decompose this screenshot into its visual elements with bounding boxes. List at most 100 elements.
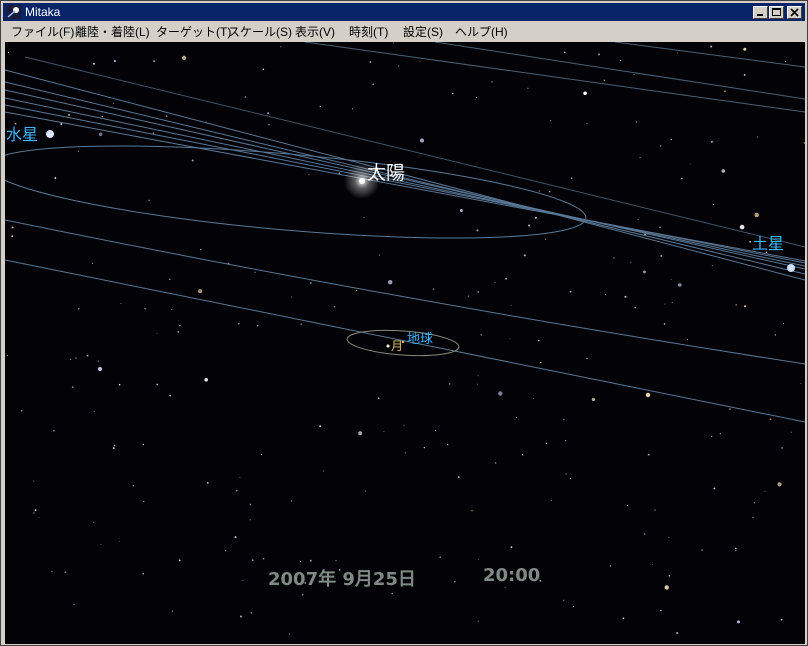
star: [509, 338, 511, 340]
star: [721, 169, 726, 173]
star: [369, 61, 372, 63]
star: [510, 304, 512, 306]
star: [169, 278, 171, 280]
star: [538, 339, 540, 342]
menu-takeoff[interactable]: 離陸・着陸(L): [75, 24, 150, 40]
star: [98, 132, 103, 137]
star: [254, 271, 256, 273]
star: [458, 476, 460, 478]
star: [563, 418, 565, 421]
menu-settings[interactable]: 設定(S): [403, 24, 443, 40]
star: [363, 216, 365, 218]
star: [383, 431, 385, 432]
star: [749, 241, 751, 243]
star: [459, 209, 463, 212]
close-button[interactable]: [787, 6, 802, 19]
minimize-icon: [757, 14, 763, 16]
star: [681, 177, 683, 180]
title-bar[interactable]: Mitaka: [3, 3, 805, 21]
star: [403, 424, 405, 426]
star: [113, 60, 116, 62]
star: [678, 283, 682, 287]
star: [291, 296, 292, 298]
star: [365, 490, 366, 492]
menu-target[interactable]: ターゲット(T): [156, 24, 231, 40]
star: [583, 91, 587, 96]
star: [182, 55, 187, 60]
time-display: 20:00: [483, 565, 541, 586]
maximize-button[interactable]: [769, 6, 784, 19]
star: [206, 121, 207, 123]
saturn-body[interactable]: [787, 264, 795, 272]
star: [280, 46, 282, 48]
star: [711, 265, 713, 267]
star: [701, 549, 703, 551]
star: [528, 224, 531, 227]
star: [249, 503, 252, 506]
star: [242, 580, 244, 582]
star: [250, 612, 252, 614]
star: [735, 304, 737, 306]
menu-view[interactable]: 表示(V): [295, 24, 335, 40]
star: [148, 199, 150, 202]
star: [660, 255, 662, 257]
sun-body[interactable]: [359, 178, 365, 184]
star: [142, 443, 144, 446]
star: [671, 302, 673, 304]
orbit-line: [5, 259, 805, 423]
earth-body[interactable]: [386, 344, 390, 348]
mitaka-app-icon[interactable]: [7, 5, 21, 19]
star: [743, 305, 746, 308]
star: [447, 444, 449, 446]
star: [527, 87, 529, 89]
star: [20, 409, 23, 412]
star: [605, 294, 606, 296]
star: [152, 132, 154, 134]
star: [153, 60, 156, 63]
star: [358, 431, 363, 436]
star: [101, 115, 104, 118]
star: [333, 306, 336, 308]
menu-scale[interactable]: スケール(S): [228, 24, 292, 40]
sun-label: 太陽: [367, 162, 406, 184]
star-field: [6, 42, 805, 635]
star: [523, 254, 526, 257]
star: [533, 398, 534, 400]
star: [200, 248, 202, 251]
star: [300, 323, 303, 326]
menu-file[interactable]: ファイル(F): [11, 24, 74, 40]
menu-time[interactable]: 時刻(T): [349, 24, 388, 40]
menu-help[interactable]: ヘルプ(H): [455, 24, 508, 40]
star: [179, 325, 181, 327]
star: [64, 571, 67, 574]
star: [712, 204, 714, 206]
star: [132, 485, 134, 487]
star: [33, 512, 35, 514]
star: [477, 559, 479, 560]
star: [645, 392, 651, 398]
mercury-body[interactable]: [46, 130, 54, 138]
star: [739, 224, 745, 230]
star: [634, 306, 637, 309]
star: [670, 278, 672, 280]
star: [60, 123, 63, 125]
star: [735, 550, 737, 552]
star: [92, 62, 95, 65]
star: [639, 157, 641, 159]
star: [471, 509, 473, 512]
star: [251, 559, 254, 562]
star: [51, 570, 53, 573]
minimize-button[interactable]: [753, 6, 768, 19]
star: [711, 435, 713, 437]
star: [676, 52, 678, 54]
star: [420, 138, 424, 143]
star: [178, 559, 181, 562]
space-viewport[interactable]: 太陽 水星 土星 地球 月 2007年 9月25日 20:00: [5, 42, 805, 644]
star: [664, 303, 666, 305]
star: [551, 499, 552, 501]
star: [654, 509, 656, 511]
star: [630, 261, 632, 263]
star: [319, 105, 321, 107]
star: [454, 581, 456, 583]
star: [774, 334, 776, 336]
